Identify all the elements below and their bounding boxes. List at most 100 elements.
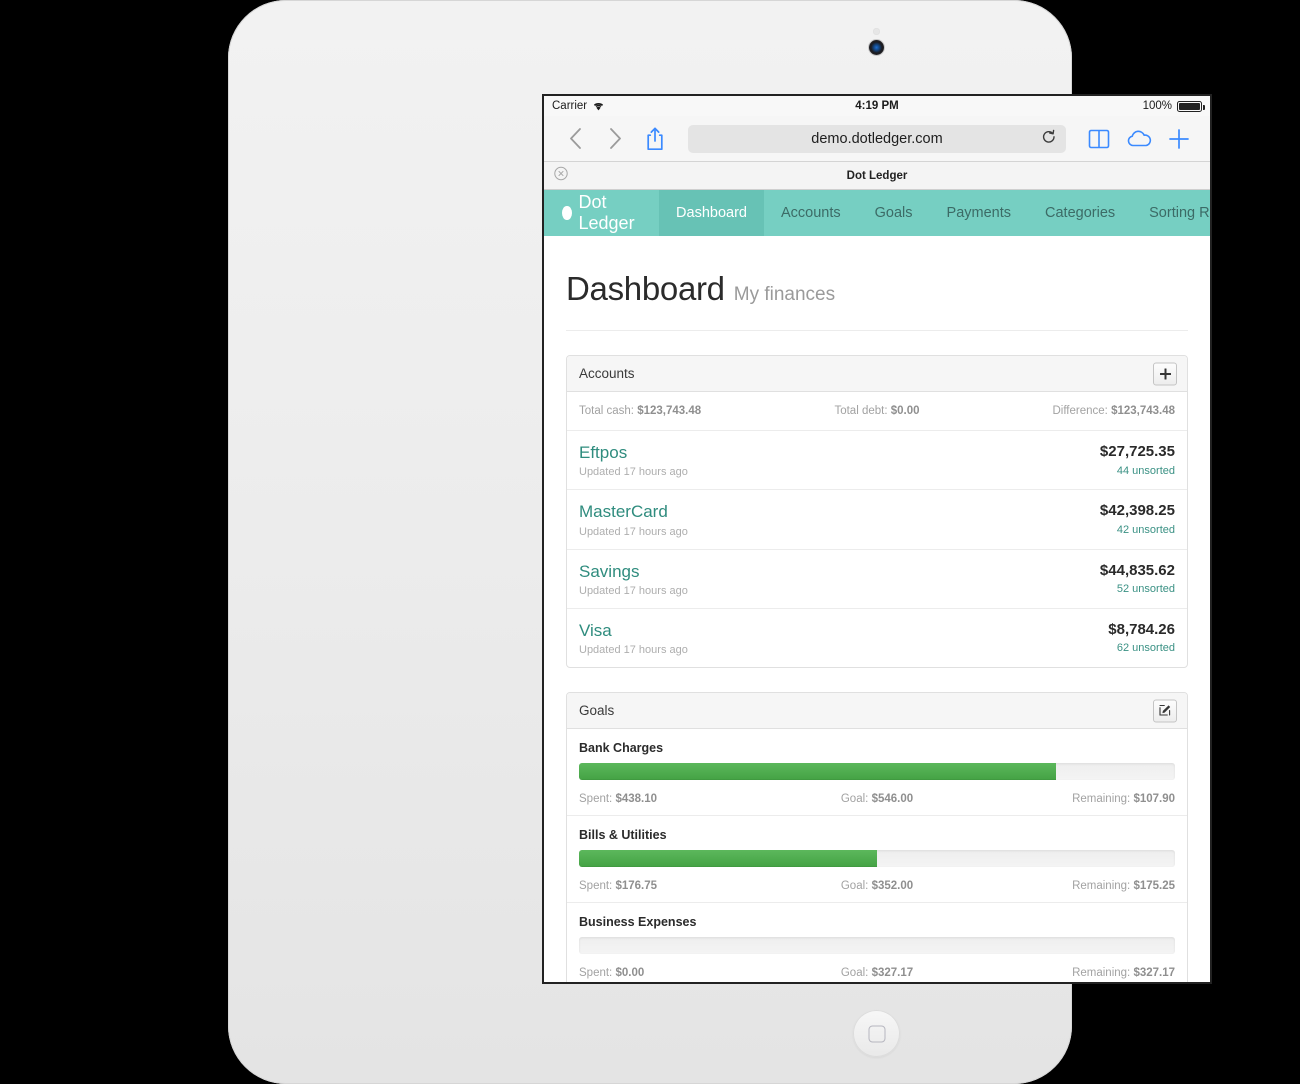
goal-target: Goal: $352.00 xyxy=(778,880,977,892)
difference-value: $123,743.48 xyxy=(1111,405,1176,417)
ipad-screen: Carrier 4:19 PM 100% demo.dotledger.com … xyxy=(544,96,1210,982)
goal-stats: Spent: $438.10 Goal: $546.00 Remaining: … xyxy=(579,793,1175,805)
total-debt: Total debt: $0.00 xyxy=(778,405,977,417)
accounts-panel-title: Accounts xyxy=(579,366,635,381)
goal-target: Goal: $327.17 xyxy=(778,967,977,979)
goal-target-label: Goal: xyxy=(840,880,869,892)
goal-target-label: Goal: xyxy=(840,967,869,979)
goal-remaining-value: $175.25 xyxy=(1133,880,1176,892)
goal-target-value: $546.00 xyxy=(871,793,914,805)
goal-target-value: $327.17 xyxy=(871,967,914,979)
account-row[interactable]: Eftpos Updated 17 hours ago $27,725.35 4… xyxy=(567,431,1187,491)
goal-remaining-value: $107.90 xyxy=(1133,793,1176,805)
account-info: MasterCard Updated 17 hours ago xyxy=(579,501,688,537)
status-bar-left: Carrier xyxy=(552,100,605,112)
account-unsorted-link[interactable]: 52 unsorted xyxy=(1100,583,1175,595)
battery-percent-label: 100% xyxy=(1142,100,1172,112)
goals-panel-header: Goals xyxy=(567,693,1187,729)
goal-remaining: Remaining: $175.25 xyxy=(976,880,1175,892)
close-tab-button[interactable] xyxy=(554,166,568,185)
goal-row: Bills & Utilities Spent: $176.75 Goal: $… xyxy=(567,816,1187,903)
account-updated: Updated 17 hours ago xyxy=(579,525,688,538)
goal-stats: Spent: $0.00 Goal: $327.17 Remaining: $3… xyxy=(579,967,1175,979)
goal-progress-fill xyxy=(579,763,1056,780)
safari-toolbar: demo.dotledger.com xyxy=(544,116,1210,162)
goal-spent-label: Spent: xyxy=(579,880,613,892)
goal-spent-label: Spent: xyxy=(579,967,613,979)
battery-icon xyxy=(1177,100,1205,112)
page-header: Dashboard My finances xyxy=(566,236,1188,331)
account-name-link[interactable]: Savings xyxy=(579,561,688,582)
account-row[interactable]: Savings Updated 17 hours ago $44,835.62 … xyxy=(567,550,1187,609)
account-unsorted-link[interactable]: 44 unsorted xyxy=(1100,465,1175,477)
carrier-label: Carrier xyxy=(552,100,588,112)
account-unsorted-link[interactable]: 62 unsorted xyxy=(1108,642,1175,654)
tab-accounts[interactable]: Accounts xyxy=(764,190,858,236)
wifi-icon xyxy=(594,103,604,111)
tab-categories[interactable]: Categories xyxy=(1028,190,1132,236)
tab-goals[interactable]: Goals xyxy=(858,190,930,236)
goal-name: Business Expenses xyxy=(579,915,697,929)
goal-spent-value: $438.10 xyxy=(615,793,658,805)
forward-button[interactable] xyxy=(598,122,632,156)
goal-remaining: Remaining: $327.17 xyxy=(976,967,1175,979)
edit-goals-button[interactable] xyxy=(1153,699,1177,722)
account-name-link[interactable]: Eftpos xyxy=(579,442,688,463)
goal-spent: Spent: $176.75 xyxy=(579,880,778,892)
account-info: Visa Updated 17 hours ago xyxy=(579,620,688,656)
tab-title[interactable]: Dot Ledger xyxy=(544,170,1210,182)
accounts-panel: Accounts Total cash: $123,743.48 Total d… xyxy=(566,355,1188,668)
tab-sorting-rules[interactable]: Sorting Rules xyxy=(1132,190,1210,236)
accounts-summary: Total cash: $123,743.48 Total debt: $0.0… xyxy=(567,392,1187,431)
goal-remaining-label: Remaining: xyxy=(1072,793,1131,805)
total-debt-label: Total debt: xyxy=(834,405,888,417)
safari-tab-bar: Dot Ledger xyxy=(544,162,1210,190)
goal-progress-bar xyxy=(579,937,1175,954)
account-amount: $44,835.62 xyxy=(1099,561,1175,579)
goal-target-label: Goal: xyxy=(840,793,869,805)
account-balance-block: $44,835.62 52 unsorted xyxy=(1100,561,1175,596)
page-body: Dashboard My finances Accounts Total cas… xyxy=(544,236,1210,982)
total-cash: Total cash: $123,743.48 xyxy=(579,405,778,417)
app-navbar: Dot Ledger Dashboard Accounts Goals Paym… xyxy=(544,190,1210,236)
brand-logo[interactable]: Dot Ledger xyxy=(544,190,659,236)
goal-stats: Spent: $176.75 Goal: $352.00 Remaining: … xyxy=(579,880,1175,892)
account-amount: $8,784.26 xyxy=(1108,620,1175,638)
goals-panel: Goals Bank Charges Spent: $438.10 Goal: … xyxy=(566,692,1188,982)
account-row[interactable]: Visa Updated 17 hours ago $8,784.26 62 u… xyxy=(567,609,1187,667)
account-info: Eftpos Updated 17 hours ago xyxy=(579,442,688,478)
share-button[interactable] xyxy=(638,122,672,156)
new-tab-button[interactable] xyxy=(1162,122,1196,156)
goal-progress-bar xyxy=(579,850,1175,867)
tab-dashboard[interactable]: Dashboard xyxy=(659,190,764,236)
tab-payments[interactable]: Payments xyxy=(930,190,1028,236)
add-account-button[interactable] xyxy=(1153,362,1177,385)
account-updated: Updated 17 hours ago xyxy=(579,584,688,597)
brand-label: Dot Ledger xyxy=(578,192,635,233)
difference-label: Difference: xyxy=(1052,405,1108,417)
bookmarks-button[interactable] xyxy=(1082,122,1116,156)
url-text: demo.dotledger.com xyxy=(811,130,943,147)
back-button[interactable] xyxy=(558,122,592,156)
circle-dot-icon xyxy=(562,206,572,220)
goal-name: Bank Charges xyxy=(579,741,664,755)
account-info: Savings Updated 17 hours ago xyxy=(579,561,688,597)
account-amount: $27,725.35 xyxy=(1099,443,1175,460)
page-subtitle: My finances xyxy=(733,284,836,305)
goal-row: Bank Charges Spent: $438.10 Goal: $546.0… xyxy=(567,729,1187,816)
difference: Difference: $123,743.48 xyxy=(976,405,1175,417)
reload-button[interactable] xyxy=(1042,129,1056,148)
account-balance-block: $8,784.26 62 unsorted xyxy=(1108,620,1175,655)
home-button[interactable] xyxy=(853,1010,900,1057)
account-row[interactable]: MasterCard Updated 17 hours ago $42,398.… xyxy=(567,490,1187,550)
icloud-tabs-button[interactable] xyxy=(1122,122,1156,156)
account-name-link[interactable]: MasterCard xyxy=(579,501,688,522)
url-bar[interactable]: demo.dotledger.com xyxy=(688,124,1066,153)
account-name-link[interactable]: Visa xyxy=(579,620,688,641)
total-cash-label: Total cash: xyxy=(579,405,634,417)
ambient-sensor-icon xyxy=(873,28,880,35)
goal-name: Bills & Utilities xyxy=(579,828,667,842)
account-unsorted-link[interactable]: 42 unsorted xyxy=(1100,524,1175,536)
goal-progress-bar xyxy=(579,763,1175,780)
goal-target-value: $352.00 xyxy=(871,880,914,892)
